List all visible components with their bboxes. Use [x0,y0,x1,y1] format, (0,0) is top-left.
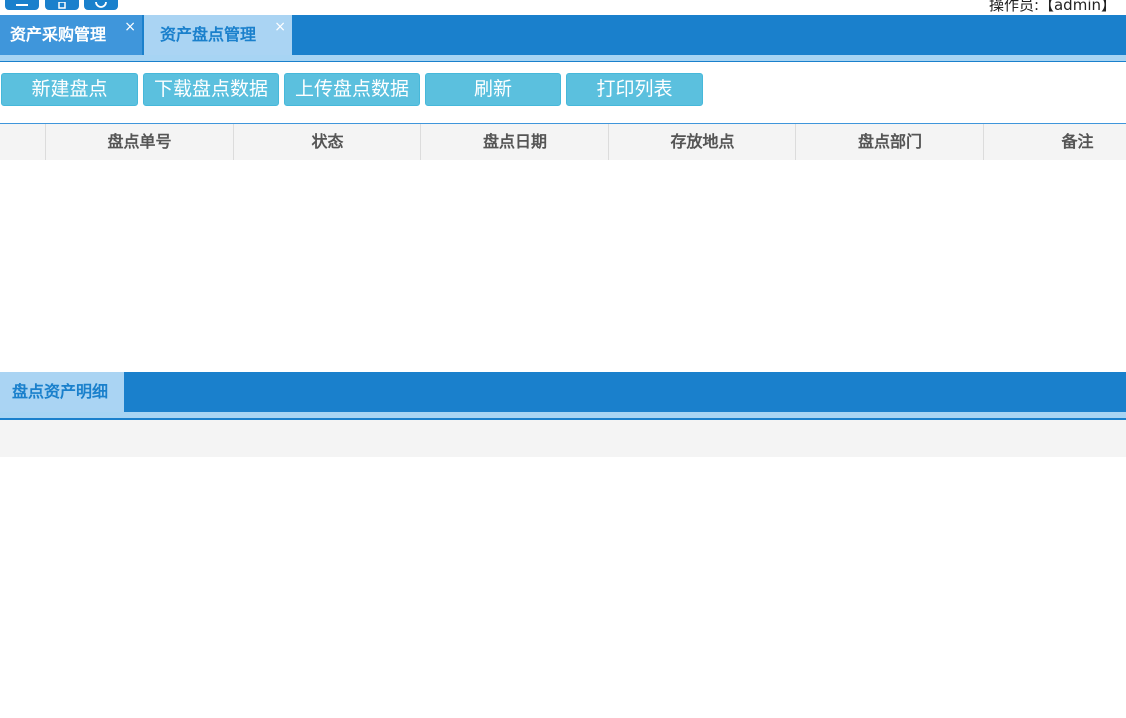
top-strip: 操作员:【admin】 [0,0,1126,15]
download-data-button[interactable]: 下载盘点数据 [143,73,279,106]
column-header-inventory-no[interactable]: 盘点单号 [45,124,233,160]
tab-asset-purchase[interactable]: 资产采购管理 × [0,15,142,55]
upload-data-button[interactable]: 上传盘点数据 [284,73,420,106]
tab-label: 资产采购管理 [10,25,107,44]
tab-bar: 资产采购管理 × 资产盘点管理 × [0,15,1126,55]
detail-panel-underline [0,412,1126,420]
close-icon[interactable]: × [274,7,286,47]
close-icon[interactable]: × [124,7,136,47]
document-icon[interactable] [45,0,79,10]
column-header-status[interactable]: 状态 [233,124,421,160]
column-header-rownum [0,124,46,160]
grid-header: 盘点单号 状态 盘点日期 存放地点 盘点部门 备注 [0,124,1126,160]
column-header-remarks[interactable]: 备注 [983,124,1126,160]
list-icon[interactable] [5,0,39,10]
detail-panel-bar: 盘点资产明细 [0,372,1126,412]
refresh-icon[interactable] [84,0,118,10]
tab-asset-inventory[interactable]: 资产盘点管理 × [144,15,292,55]
column-header-date[interactable]: 盘点日期 [420,124,609,160]
operator-label: 操作员:【admin】 [988,0,1116,14]
column-header-location[interactable]: 存放地点 [608,124,796,160]
refresh-button[interactable]: 刷新 [425,73,561,106]
detail-grid-header [0,420,1126,457]
tab-label: 资产盘点管理 [160,25,257,44]
tab-inventory-details[interactable]: 盘点资产明细 [0,372,124,412]
tab-bar-underline [0,55,1126,62]
new-inventory-button[interactable]: 新建盘点 [1,73,138,106]
column-header-department[interactable]: 盘点部门 [795,124,984,160]
print-list-button[interactable]: 打印列表 [566,73,703,106]
